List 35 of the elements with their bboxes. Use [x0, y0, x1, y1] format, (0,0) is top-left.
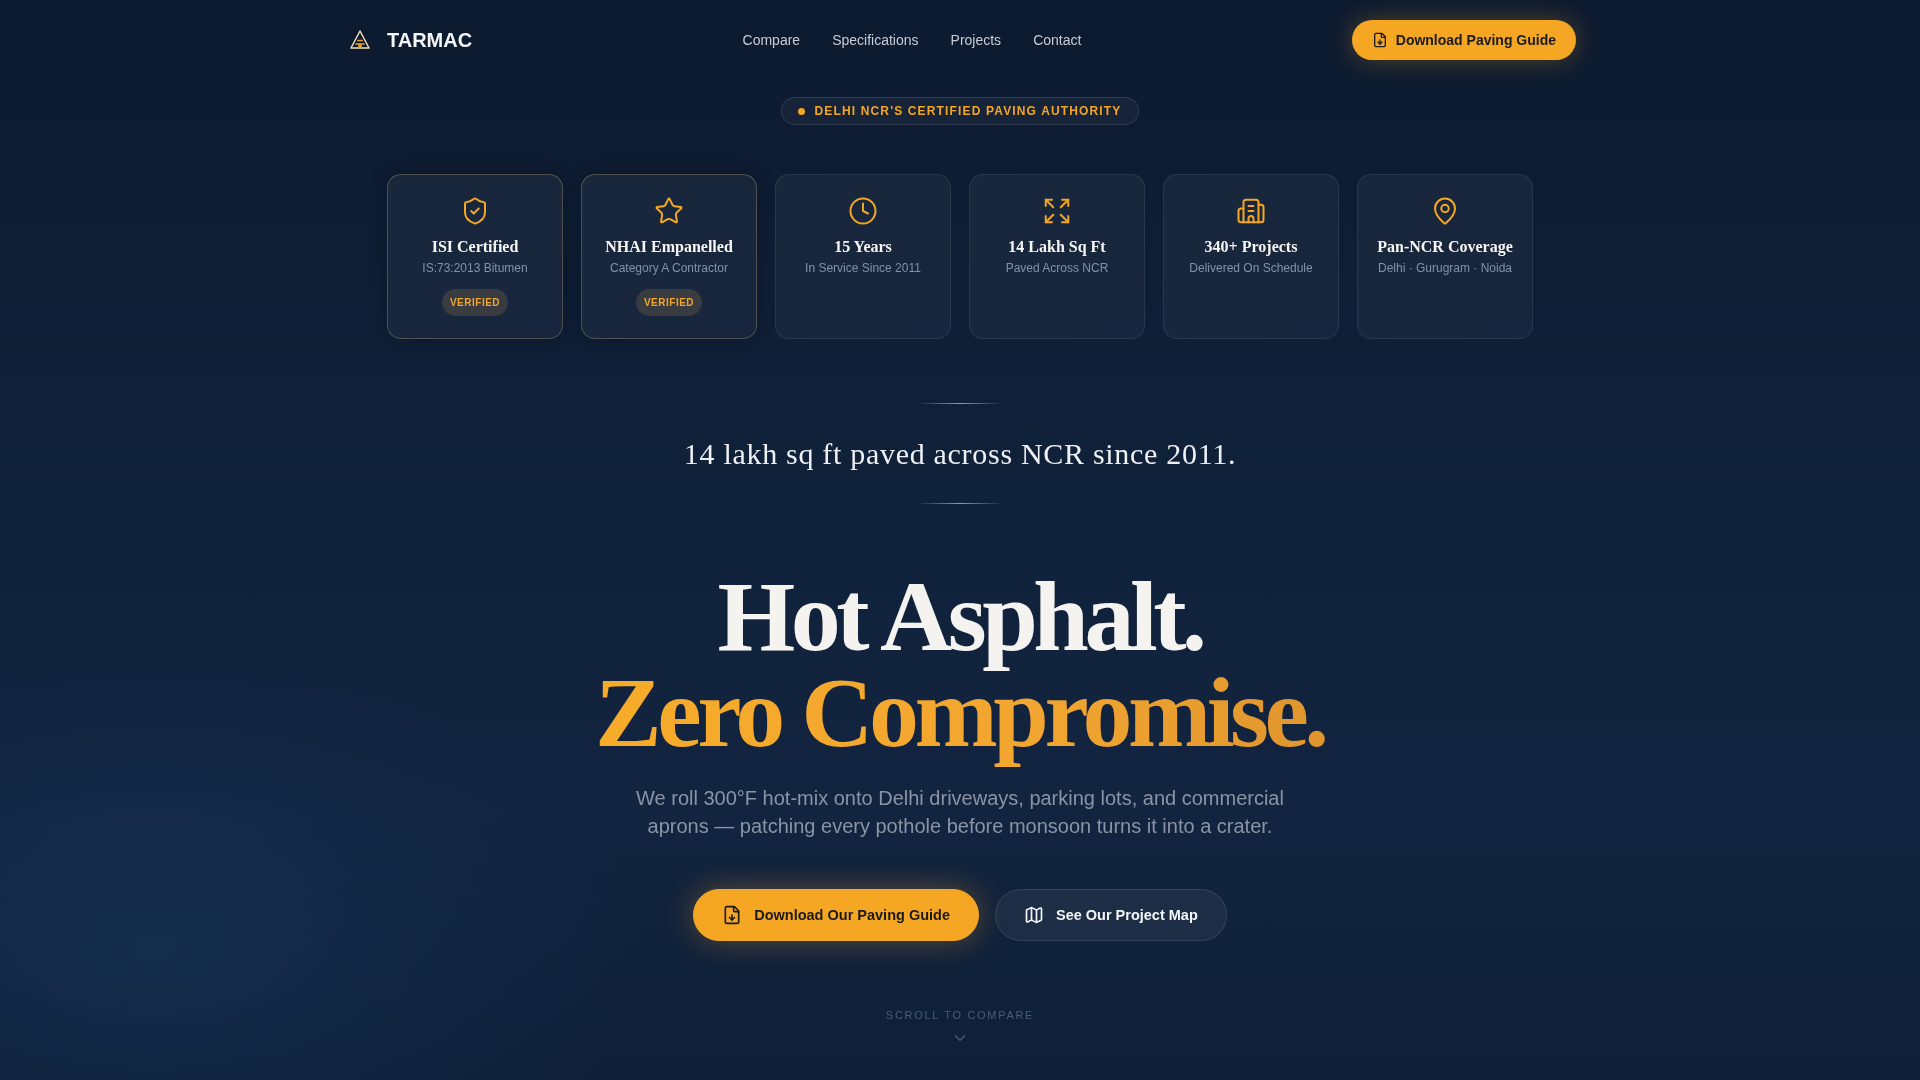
card-title: NHAI Empanelled [605, 237, 733, 257]
card-subtitle: IS:73:2013 Bitumen [422, 260, 528, 276]
folded-map-icon [1023, 905, 1044, 925]
card-subtitle: Paved Across NCR [1005, 260, 1109, 276]
download-guide-button[interactable]: Download Our Paving Guide [693, 889, 979, 941]
card-title: 340+ Projects [1204, 237, 1298, 257]
verified-tag: VERIFIED [635, 289, 703, 316]
verified-tag: VERIFIED [441, 289, 509, 316]
expand-arrows-icon [1042, 196, 1072, 226]
nav-link[interactable]: Specifications [832, 32, 919, 48]
card-subtitle: Delivered On Schedule [1189, 260, 1313, 276]
file-download-icon [1371, 32, 1388, 48]
file-download-icon [722, 905, 743, 925]
certification-text: DELHI NCR'S CERTIFIED PAVING AUTHORITY [814, 104, 1122, 118]
triangle-logo-icon [350, 30, 370, 50]
tagline: 14 lakh sq ft paved across NCR since 2011. [683, 436, 1237, 472]
nav-link[interactable]: Contact [1033, 32, 1082, 48]
card-title: ISI Certified [431, 237, 519, 257]
brand-name: TARMAC [387, 28, 473, 52]
building-icon [1236, 196, 1266, 226]
card-title: 15 Years [834, 237, 892, 257]
card-title: Pan-NCR Coverage [1377, 237, 1513, 257]
hero-description: We roll 300°F hot-mix onto Delhi driveways, parking lots, and commercial aprons — patching every pothole before monsoon turns it into a crater. [635, 786, 1285, 839]
card-subtitle: Delhi · Gurugram · Noida [1377, 260, 1512, 276]
card-subtitle: In Service Since 2011 [805, 260, 921, 276]
status-dot-icon [798, 107, 806, 115]
card-subtitle: Category A Contractor [609, 260, 729, 276]
clock-icon [848, 196, 878, 226]
star-icon [654, 196, 684, 226]
card-title: 14 Lakh Sq Ft [1008, 237, 1106, 257]
download-guide-button[interactable]: Download Paving Guide [1351, 20, 1576, 60]
project-map-button[interactable]: See Our Project Map [994, 889, 1227, 941]
nav-link[interactable]: Compare [742, 32, 801, 48]
nav-link[interactable]: Projects [950, 32, 1002, 48]
scroll-hint: SCROLL TO COMPARE [885, 1008, 1035, 1023]
